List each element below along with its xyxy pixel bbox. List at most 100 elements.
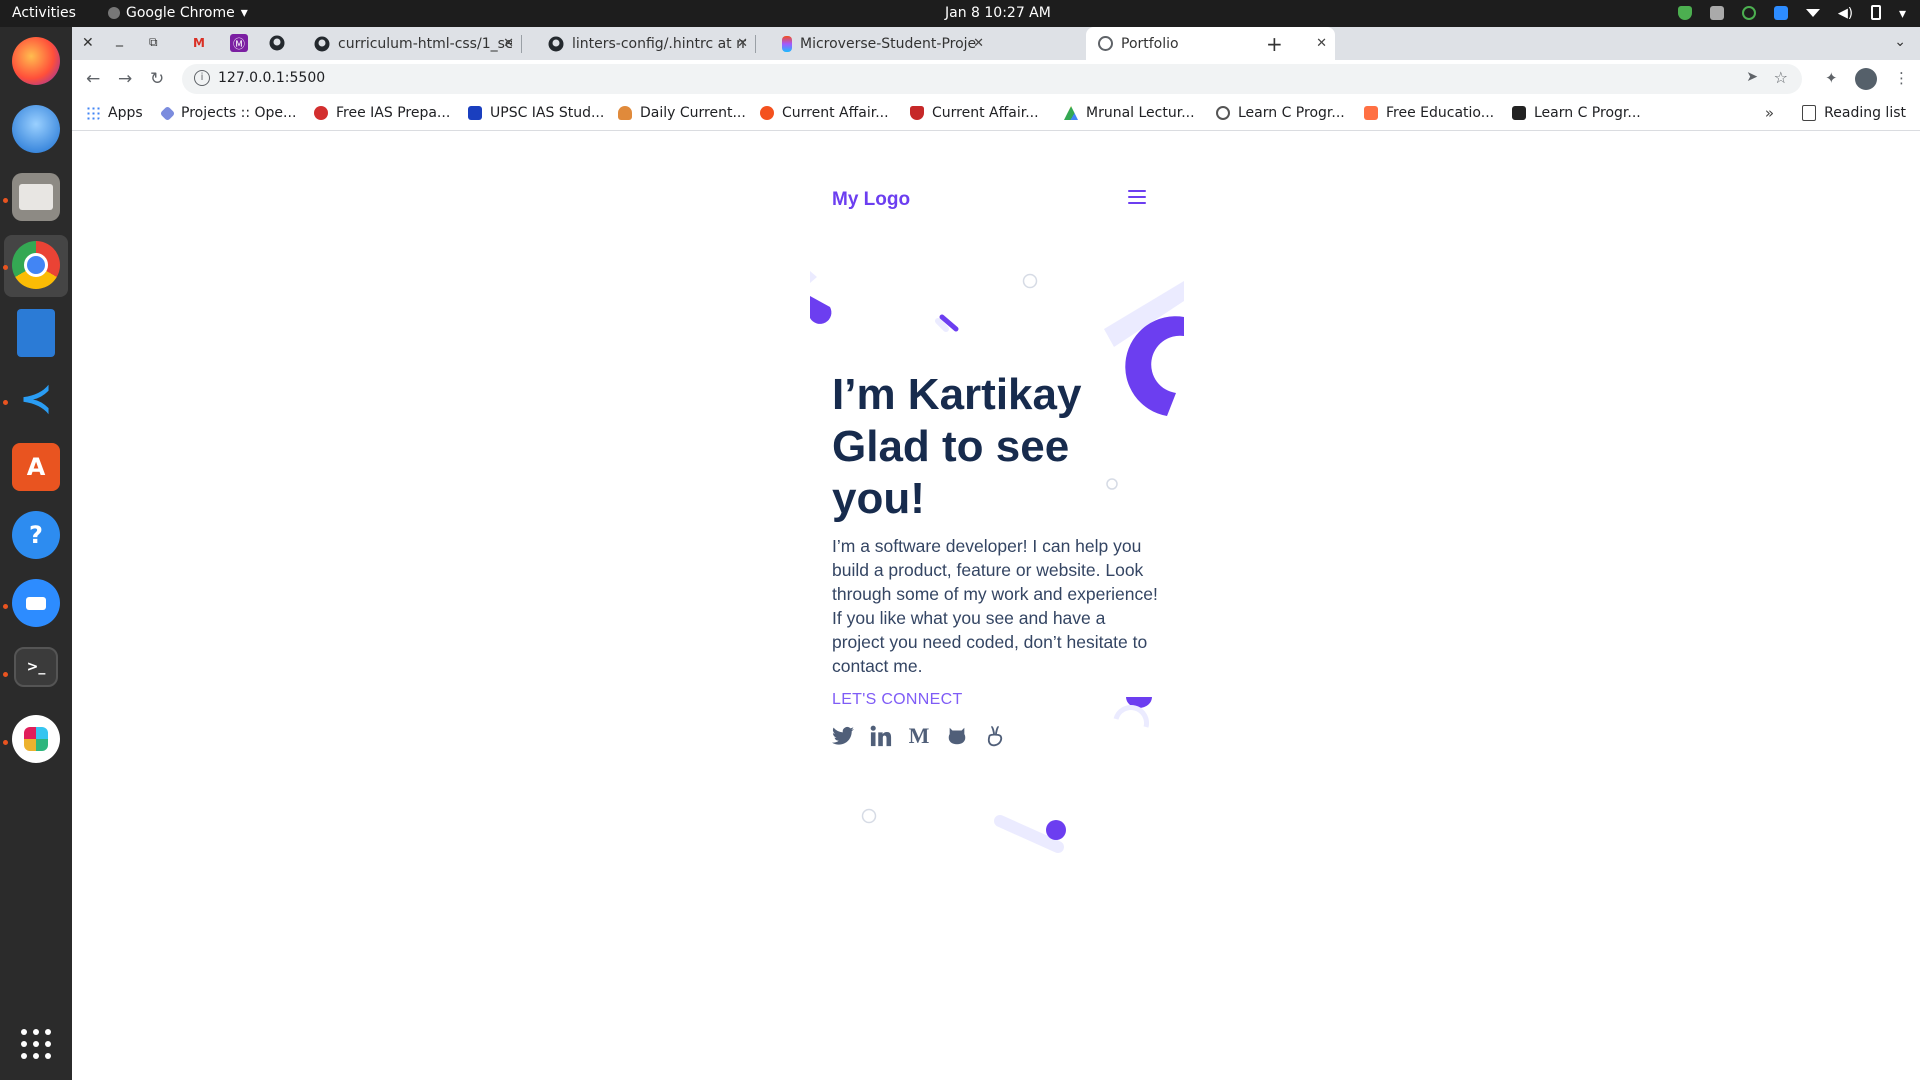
slack-tray-icon[interactable] bbox=[1709, 5, 1724, 20]
slack-icon[interactable] bbox=[12, 715, 60, 763]
tab-portfolio[interactable]: Portfolio ✕ bbox=[1086, 27, 1335, 60]
running-indicator bbox=[3, 672, 8, 677]
medium-icon[interactable]: M bbox=[908, 723, 930, 748]
tab-curriculum[interactable]: curriculum-html-css/1_se ✕ bbox=[304, 27, 522, 60]
zoom-icon[interactable] bbox=[12, 579, 60, 627]
bookmark-free-ias[interactable]: Free IAS Prepa... bbox=[314, 105, 450, 121]
running-indicator bbox=[3, 265, 8, 270]
send-to-device-icon[interactable]: ➤ bbox=[1746, 69, 1758, 85]
bookmark-learn-c-1[interactable]: Learn C Progr... bbox=[1216, 105, 1345, 121]
power-tray-icon[interactable] bbox=[1741, 5, 1756, 20]
app-menu[interactable]: Google Chrome ▾ bbox=[108, 5, 248, 21]
browser-toolbar: ← → ↻ i 127.0.0.1:5500 ➤ ☆ ✦ ⋮ bbox=[72, 60, 1920, 98]
show-applications-icon[interactable] bbox=[21, 1029, 51, 1059]
window-close-icon[interactable]: ✕ bbox=[82, 35, 94, 51]
system-tray[interactable]: ◀) ▾ bbox=[1677, 5, 1906, 22]
profile-avatar[interactable] bbox=[1855, 68, 1877, 90]
tab-title: curriculum-html-css/1_se bbox=[338, 35, 512, 52]
thunderbird-icon[interactable] bbox=[12, 105, 60, 153]
github-icon[interactable] bbox=[946, 725, 968, 747]
tab-close-icon[interactable]: ✕ bbox=[737, 36, 748, 51]
bookmark-label: Daily Current... bbox=[640, 105, 746, 121]
running-indicator bbox=[3, 740, 8, 745]
tab-title: Microverse-Student-Proje bbox=[800, 35, 976, 52]
tab-microverse[interactable]: Microverse-Student-Proje ✕ bbox=[772, 27, 992, 60]
wifi-icon[interactable] bbox=[1805, 8, 1820, 17]
bookmark-daily-current[interactable]: Daily Current... bbox=[618, 105, 746, 121]
github-pinned-tab[interactable] bbox=[268, 34, 286, 52]
window-restore-icon[interactable]: ⧉ bbox=[149, 35, 158, 50]
address-bar[interactable]: i 127.0.0.1:5500 ➤ ☆ bbox=[182, 64, 1802, 94]
tab-close-icon[interactable]: ✕ bbox=[503, 36, 514, 51]
site-logo[interactable]: My Logo bbox=[832, 189, 910, 211]
stripe-bottom-deco bbox=[994, 815, 1064, 853]
bookmark-star-icon[interactable]: ☆ bbox=[1774, 68, 1788, 87]
bookmark-free-education[interactable]: Free Educatio... bbox=[1364, 105, 1494, 121]
twitter-icon[interactable] bbox=[832, 725, 854, 747]
new-tab-button[interactable]: + bbox=[1266, 32, 1283, 56]
figma-icon bbox=[782, 35, 792, 52]
libreoffice-writer-icon[interactable] bbox=[17, 309, 55, 357]
activities-button[interactable]: Activities bbox=[12, 5, 76, 21]
bookmark-current-affairs-1[interactable]: Current Affair... bbox=[760, 105, 889, 121]
ias-icon bbox=[314, 106, 328, 120]
tab-close-icon[interactable]: ✕ bbox=[973, 36, 984, 51]
running-indicator bbox=[3, 400, 8, 405]
battery-icon[interactable] bbox=[1870, 5, 1881, 20]
tab-close-icon[interactable]: ✕ bbox=[1316, 36, 1327, 51]
bookmark-label: Mrunal Lectur... bbox=[1086, 105, 1195, 121]
chrome-icon[interactable] bbox=[12, 241, 60, 289]
system-menu-chevron-icon[interactable]: ▾ bbox=[1899, 6, 1906, 22]
bar-deco bbox=[939, 314, 959, 332]
address-text[interactable]: 127.0.0.1:5500 bbox=[218, 70, 325, 86]
chrome-menu-icon[interactable]: ⋮ bbox=[1894, 69, 1909, 87]
firefox-icon[interactable] bbox=[12, 37, 60, 85]
reading-list-label: Reading list bbox=[1824, 105, 1906, 121]
site-info-icon[interactable]: i bbox=[194, 70, 210, 86]
vscode-icon[interactable]: ≺ bbox=[12, 375, 60, 423]
arc-small-deco bbox=[1113, 705, 1150, 728]
apps-grid-icon bbox=[86, 106, 100, 120]
current-affairs-shield-icon bbox=[910, 106, 924, 120]
terminal-icon[interactable]: >_ bbox=[14, 647, 58, 687]
help-icon[interactable]: ? bbox=[12, 511, 60, 559]
reading-list-button[interactable]: Reading list bbox=[1802, 105, 1906, 121]
files-icon[interactable] bbox=[12, 173, 60, 221]
bookmark-label: Free Educatio... bbox=[1386, 105, 1495, 121]
extensions-puzzle-icon[interactable]: ✦ bbox=[1825, 69, 1838, 87]
shield-icon[interactable] bbox=[1677, 5, 1692, 20]
page-headline: I’m Kartikay Glad to see you! bbox=[832, 369, 1132, 525]
bookmark-learn-c-2[interactable]: Learn C Progr... bbox=[1512, 105, 1641, 121]
tab-separator bbox=[755, 35, 756, 53]
forward-button[interactable]: → bbox=[118, 69, 132, 89]
tab-title: linters-config/.hintrc at m bbox=[572, 35, 746, 52]
tab-search-icon[interactable]: ⌄ bbox=[1894, 34, 1906, 50]
linkedin-icon[interactable] bbox=[870, 725, 892, 747]
headline-line-3: you! bbox=[832, 474, 925, 523]
window-minimize-icon[interactable]: _ bbox=[116, 31, 123, 47]
angellist-icon[interactable] bbox=[984, 725, 1006, 747]
headline-line-2: Glad to see bbox=[832, 422, 1070, 471]
lets-connect-label: LET'S CONNECT bbox=[832, 691, 963, 708]
bookmark-apps[interactable]: Apps bbox=[86, 105, 143, 121]
big-arc-deco bbox=[1125, 316, 1184, 416]
system-top-bar: Activities Google Chrome ▾ Jan 8 10:27 A… bbox=[0, 0, 1920, 27]
clock[interactable]: Jan 8 10:27 AM bbox=[945, 5, 1051, 21]
zoom-tray-icon[interactable] bbox=[1773, 5, 1788, 20]
back-button[interactable]: ← bbox=[86, 69, 100, 89]
tab-linters-config[interactable]: linters-config/.hintrc at m ✕ bbox=[538, 27, 756, 60]
volume-icon[interactable]: ◀) bbox=[1838, 6, 1853, 21]
hamburger-menu-icon[interactable] bbox=[1128, 190, 1146, 208]
gmail-pinned-tab[interactable]: M bbox=[190, 34, 208, 52]
ubuntu-software-icon[interactable]: A bbox=[12, 443, 60, 491]
bookmark-mrunal[interactable]: Mrunal Lectur... bbox=[1064, 105, 1195, 121]
bookmarks-overflow-icon[interactable]: » bbox=[1765, 104, 1774, 122]
half-circle-deco bbox=[810, 296, 832, 324]
google-drive-icon bbox=[1064, 106, 1078, 120]
pinned-tab-purple[interactable]: Ⓜ bbox=[230, 34, 248, 52]
bookmark-projects[interactable]: Projects :: Ope... bbox=[159, 105, 296, 121]
reload-button[interactable]: ↻ bbox=[150, 69, 164, 89]
bookmark-upsc[interactable]: UPSC IAS Stud... bbox=[468, 105, 604, 121]
reading-list-icon bbox=[1802, 105, 1817, 121]
bookmark-current-affairs-2[interactable]: Current Affair... bbox=[910, 105, 1039, 121]
